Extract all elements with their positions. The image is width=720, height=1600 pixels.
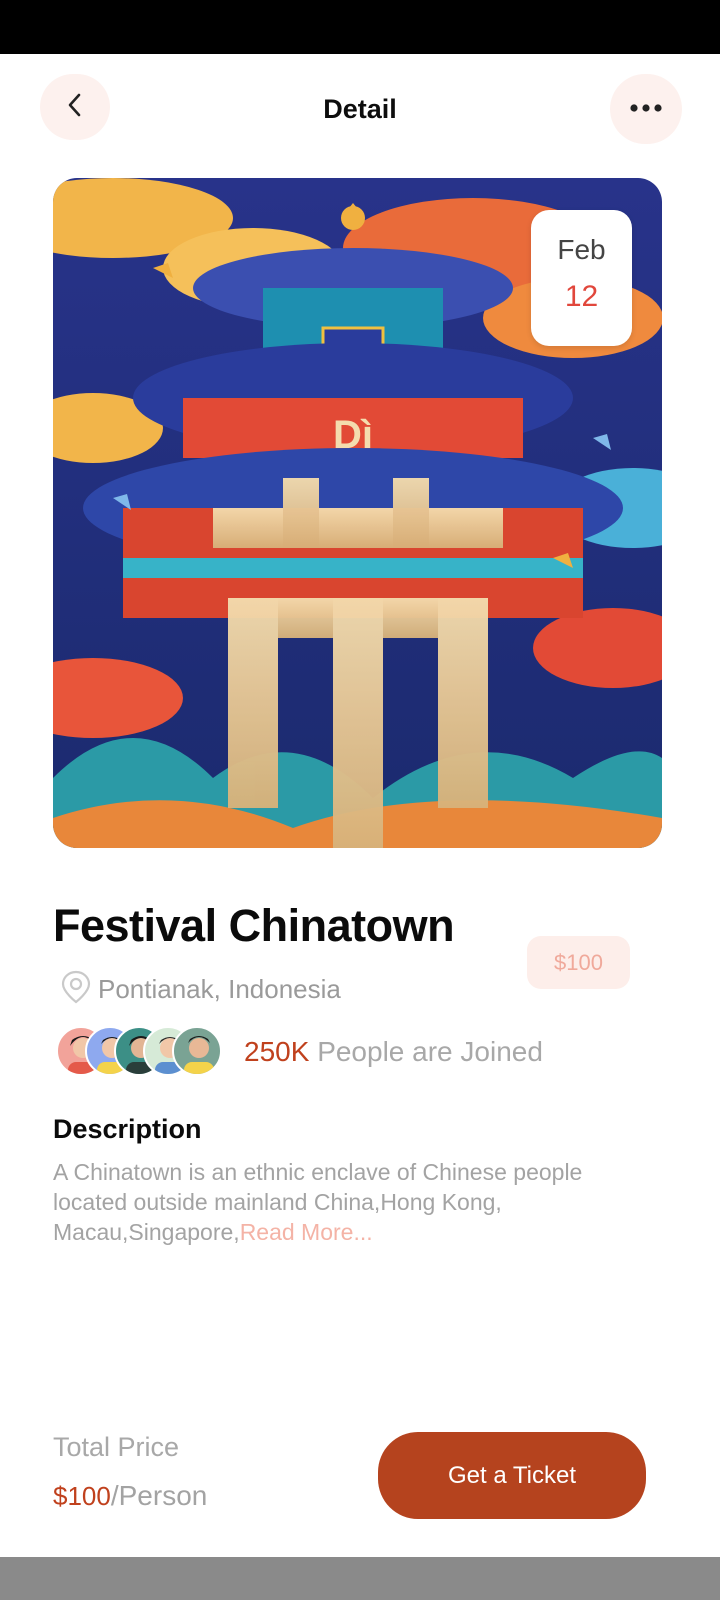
location-text: Pontianak, Indonesia	[98, 974, 341, 1004]
event-poster: Dì Feb 12	[53, 178, 662, 848]
location-pin-icon	[60, 970, 92, 1009]
joined-count: 250K	[244, 1036, 310, 1067]
price-badge: $100	[527, 936, 630, 989]
attendee-avatars[interactable]	[56, 1026, 226, 1076]
poster-text: Dì	[333, 413, 373, 457]
joined-count-row: 250K People are Joined	[244, 1036, 543, 1068]
total-amount: $100	[53, 1481, 111, 1511]
header: Detail	[0, 54, 720, 164]
description-heading: Description	[53, 1114, 202, 1144]
date-month: Feb	[557, 234, 606, 265]
total-price-label: Total Price	[53, 1432, 180, 1462]
date-badge: Feb 12	[531, 210, 632, 346]
total-unit: /Person	[110, 1480, 208, 1511]
more-options-button[interactable]	[610, 74, 682, 144]
joined-label: People are Joined	[317, 1036, 543, 1067]
status-bar	[0, 0, 720, 54]
get-ticket-button[interactable]: Get a Ticket	[378, 1432, 646, 1519]
description-body: A Chinatown is an ethnic enclave of Chin…	[53, 1157, 633, 1247]
system-navigation-bar	[0, 1557, 720, 1600]
location: Pontianak, Indonesia	[60, 970, 341, 1009]
event-title: Festival Chinatown	[53, 900, 455, 951]
avatar	[172, 1026, 222, 1076]
more-horizontal-icon	[629, 100, 663, 118]
total-price: $100/Person	[53, 1480, 207, 1512]
read-more-link[interactable]: Read More...	[240, 1219, 373, 1245]
date-day: 12	[564, 280, 599, 313]
